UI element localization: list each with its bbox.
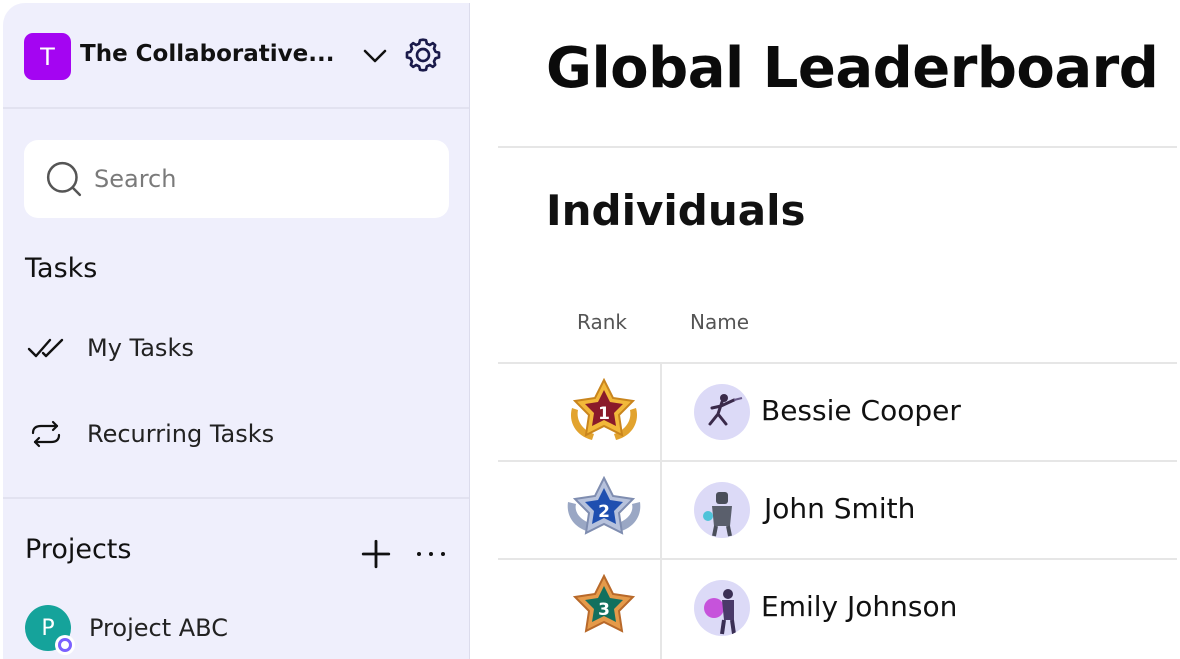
table-row[interactable]: 2 John Smith <box>498 462 1177 558</box>
add-project-icon[interactable] <box>359 537 393 571</box>
search-input[interactable] <box>94 165 424 193</box>
sidebar-item-label: Project ABC <box>89 614 228 642</box>
status-ring-icon <box>55 635 75 655</box>
page-title: Global Leaderboard <box>546 36 1159 101</box>
project-avatar: P <box>25 605 75 655</box>
rank-badge-gold-icon: 1 <box>570 378 638 440</box>
section-title: Individuals <box>546 186 806 235</box>
more-options-icon[interactable] <box>413 543 449 565</box>
column-header-rank[interactable]: Rank <box>577 310 627 334</box>
column-header-name[interactable]: Name <box>690 310 749 334</box>
rank-number: 2 <box>598 502 610 522</box>
rank-badge-silver-icon: 2 <box>567 476 641 535</box>
avatar[interactable] <box>694 482 750 538</box>
chevron-down-icon[interactable] <box>360 41 390 71</box>
repeat-icon <box>31 420 61 448</box>
double-check-icon <box>27 338 64 358</box>
title-divider <box>498 146 1177 148</box>
sidebar-divider <box>3 497 469 499</box>
avatar[interactable] <box>694 580 750 636</box>
search-icon <box>46 161 82 197</box>
sidebar-item-label: Recurring Tasks <box>87 420 275 448</box>
player-name: Bessie Cooper <box>761 394 961 427</box>
rank-number: 1 <box>598 404 610 424</box>
table-row[interactable]: 1 Bessie Cooper <box>498 364 1177 460</box>
sidebar-item-label: My Tasks <box>87 334 194 362</box>
sidebar-item-my-tasks[interactable]: My Tasks <box>25 328 194 368</box>
workspace-header: T The Collaborative... <box>3 3 469 109</box>
hero-avatar-icon <box>703 492 732 537</box>
hero-avatar-icon <box>708 394 743 426</box>
workspace-avatar[interactable]: T <box>24 33 71 80</box>
rank-badge-bronze-icon: 3 <box>572 574 636 633</box>
project-initial: P <box>41 615 55 641</box>
sidebar-item-project-abc[interactable]: P Project ABC <box>25 605 228 655</box>
sidebar-item-recurring-tasks[interactable]: Recurring Tasks <box>25 414 274 454</box>
player-name: Emily Johnson <box>761 590 958 623</box>
avatar[interactable] <box>694 384 750 440</box>
player-name: John Smith <box>764 492 916 525</box>
rank-number: 3 <box>598 600 610 620</box>
gear-icon[interactable] <box>403 35 443 75</box>
sidebar: T The Collaborative... Tasks My Tasks <box>3 3 470 659</box>
workspace-name[interactable]: The Collaborative... <box>80 41 334 67</box>
projects-section-title: Projects <box>25 534 132 565</box>
search-box[interactable] <box>24 140 449 218</box>
tasks-section-title: Tasks <box>25 253 98 284</box>
table-row[interactable]: 3 Emily Johnson <box>498 560 1177 656</box>
hero-avatar-icon <box>704 589 736 635</box>
